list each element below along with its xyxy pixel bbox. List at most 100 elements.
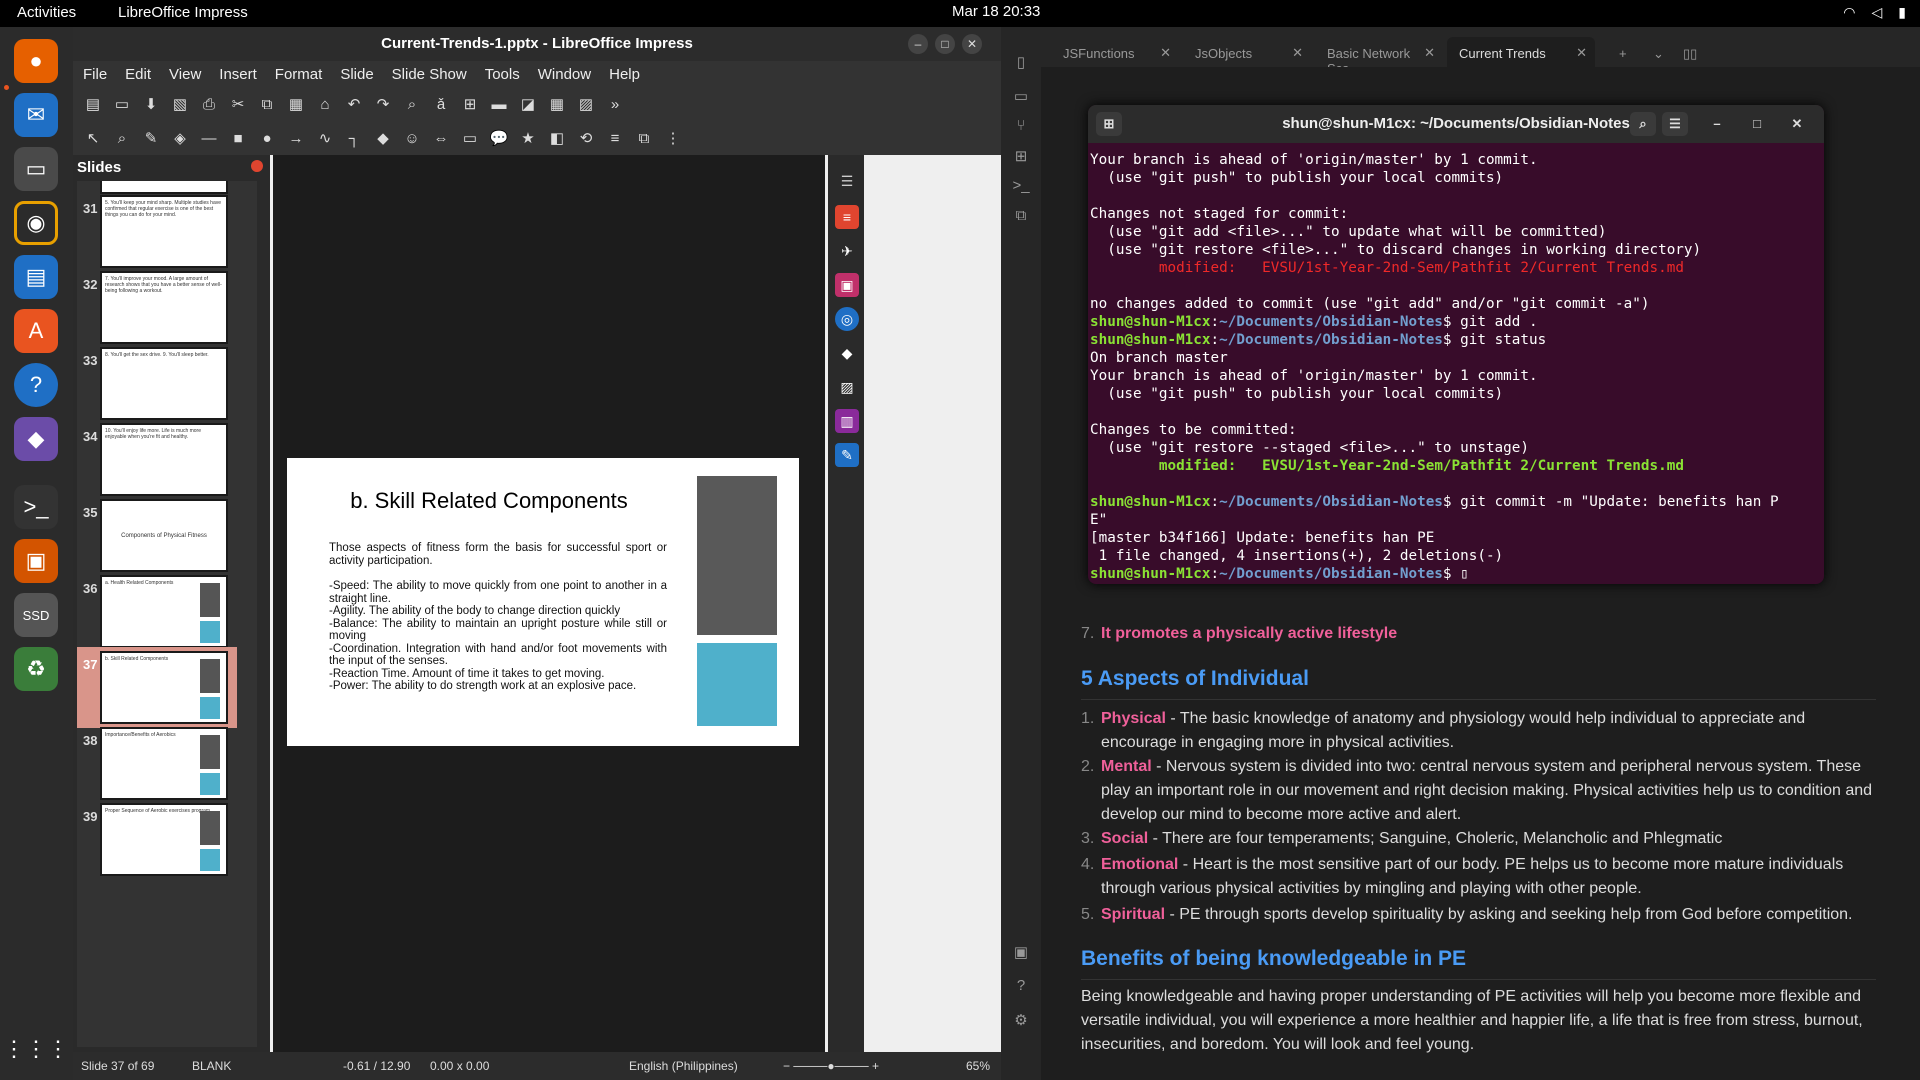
close-tab-icon[interactable]: ✕ [1160,45,1171,61]
distribute-icon[interactable]: ⋮ [663,129,683,147]
slide-thumbnail[interactable]: Importance/Benefits of Aerobics [100,727,228,800]
slide-thumbnail[interactable]: Components of Physical Fitness [100,499,228,572]
arrow-icon[interactable]: → [286,130,306,147]
image-icon[interactable]: ▨ [576,95,596,113]
impress-titlebar[interactable]: Current-Trends-1.pptx - LibreOffice Impr… [73,27,1001,61]
styles-icon[interactable]: ◆ [835,341,859,365]
canvas-icon[interactable]: ⊞ [1011,147,1031,167]
find-icon[interactable]: ⌕ [402,96,422,113]
minimize-button[interactable]: – [908,34,928,54]
tab-current-trends[interactable]: Current Trends ✕ [1447,37,1595,67]
gray-rectangle[interactable] [697,476,777,635]
spelling-icon[interactable]: ǎ [431,96,451,113]
close-button[interactable]: ✕ [1784,112,1810,136]
slide-thumbnail[interactable]: 10. You'll enjoy life more. Life is much… [100,423,228,496]
menu-insert[interactable]: Insert [219,66,257,83]
menu-window[interactable]: Window [538,66,591,83]
animation-icon[interactable]: ▣ [835,273,859,297]
undo-icon[interactable]: ↶ [344,95,364,113]
minimize-button[interactable]: – [1704,112,1730,136]
rectangle-icon[interactable]: ■ [228,130,248,147]
align-icon[interactable]: ≡ [605,130,625,147]
slide-thumbnail[interactable]: a. Health Related Components [100,575,228,648]
callout-icon[interactable]: 💬 [489,129,509,147]
flowchart-icon[interactable]: ▭ [460,129,480,147]
arrange-icon[interactable]: ⧉ [634,130,654,147]
redo-icon[interactable]: ↷ [373,95,393,113]
save-icon[interactable]: ⬇ [141,95,161,113]
more-icon[interactable]: » [605,96,625,113]
impress-icon[interactable]: ▣ [14,539,58,583]
master-slides-icon[interactable]: ◎ [835,307,859,331]
menu-help[interactable]: Help [609,66,640,83]
menu-slide-show[interactable]: Slide Show [392,66,467,83]
tab-jsobjects[interactable]: JsObjects ✕ [1183,37,1311,67]
fill-color-icon[interactable]: ◈ [170,129,190,147]
shadow-icon[interactable]: ◧ [547,129,567,147]
graph-icon[interactable]: ⑂ [1011,117,1031,137]
active-app-label[interactable]: LibreOffice Impress [118,4,248,21]
display-views-icon[interactable]: ▬ [489,96,509,113]
files-icon[interactable]: ▭ [14,147,58,191]
print-icon[interactable]: ⎙ [199,96,219,113]
app-center-icon[interactable]: A [14,309,58,353]
close-tab-icon[interactable]: ✕ [1424,45,1435,61]
navigator-icon[interactable]: ▥ [835,409,859,433]
new-tab-icon[interactable]: ⊞ [1096,112,1122,136]
close-tab-icon[interactable]: ✕ [1576,45,1587,61]
volume-icon[interactable]: ◁ [1872,4,1883,21]
slide-workspace[interactable]: b. Skill Related Components Those aspect… [273,155,825,1053]
clock[interactable]: Mar 18 20:33 [952,3,1040,20]
slide-title[interactable]: b. Skill Related Components [287,488,691,514]
slide-transition-icon[interactable]: ✈ [835,239,859,263]
slide-thumbnail[interactable]: 5. You'll keep your mind sharp. Multiple… [100,195,228,268]
file-explorer-icon[interactable]: ▭ [1011,87,1031,107]
menu-view[interactable]: View [169,66,201,83]
diamond-icon[interactable]: ◆ [373,129,393,147]
zoom-level[interactable]: 65% [966,1059,990,1073]
menu-icon[interactable]: ☰ [1662,112,1688,136]
master-slide-icon[interactable]: ◪ [518,95,538,113]
firefox-icon[interactable]: ● [14,39,58,83]
clone-icon[interactable]: ⌂ [315,96,335,113]
ssd-drive-icon[interactable]: SSD [14,593,58,637]
maximize-button[interactable]: □ [935,34,955,54]
terminal-output[interactable]: Your branch is ahead of 'origin/master' … [1090,151,1779,583]
ellipse-icon[interactable]: ● [257,130,277,147]
slide-thumbnail-selected[interactable]: b. Skill Related Components [100,651,228,724]
menu-edit[interactable]: Edit [125,66,151,83]
grid-icon[interactable]: ⊞ [460,95,480,113]
connector-icon[interactable]: ┐ [344,130,364,147]
language[interactable]: English (Philippines) [629,1059,738,1073]
zoom-slider[interactable]: − ────●──── + [783,1059,879,1073]
menu-tools[interactable]: Tools [485,66,520,83]
open-icon[interactable]: ▭ [112,95,132,113]
new-tab-icon[interactable]: + [1607,37,1639,67]
menu-slide[interactable]: Slide [340,66,373,83]
tab-jsfunctions[interactable]: JSFunctions ✕ [1051,37,1179,67]
terminal-icon[interactable]: >_ [14,485,58,529]
new-icon[interactable]: ▤ [83,95,103,113]
menu-format[interactable]: Format [275,66,323,83]
show-apps-icon[interactable]: ⋮⋮⋮ [3,1027,69,1071]
split-view-icon[interactable]: ▯▯ [1671,37,1709,67]
obsidian-icon[interactable]: ◆ [14,417,58,461]
block-arrow-icon[interactable]: ⇔ [431,130,451,147]
line-color-icon[interactable]: ✎ [141,129,161,147]
terminal-titlebar[interactable]: shun@shun-M1cx: ~/Documents/Obsidian-Not… [1088,105,1824,143]
rhythmbox-icon[interactable]: ◉ [14,201,58,245]
slide-thumbnail-list[interactable]: 31 5. You'll keep your mind sharp. Multi… [77,181,257,1047]
command-icon[interactable]: >_ [1011,177,1031,197]
wifi-icon[interactable]: ◠ [1843,4,1855,21]
blue-rectangle[interactable] [697,643,777,726]
slide-thumbnail[interactable]: 8. You'll get the sex drive. 9. You'll s… [100,347,228,420]
transform-icon[interactable]: ⟲ [576,129,596,147]
smiley-icon[interactable]: ☺ [402,130,422,147]
slide-thumbnail[interactable] [100,181,228,194]
thunderbird-icon[interactable]: ✉ [14,93,58,137]
table-icon[interactable]: ▦ [547,95,567,113]
activities-button[interactable]: Activities [17,4,76,21]
templates-icon[interactable]: ⧉ [1011,207,1031,227]
system-tray[interactable]: ◠ ◁ ▮ [1843,4,1906,21]
vault-icon[interactable]: ▣ [1011,943,1031,963]
